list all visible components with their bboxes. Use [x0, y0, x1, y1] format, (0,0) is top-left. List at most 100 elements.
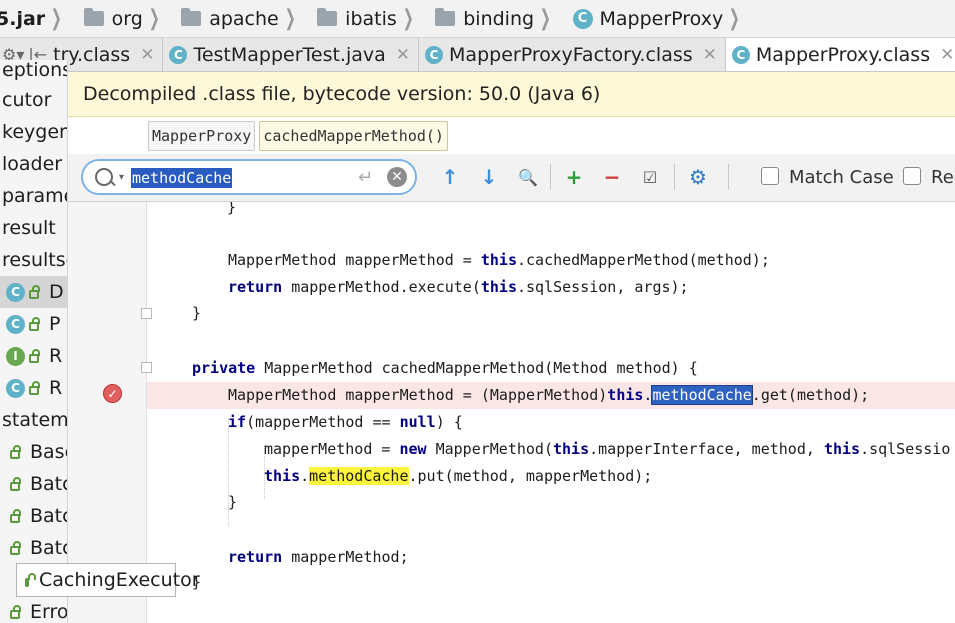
- breadcrumb-label: org: [111, 7, 143, 30]
- tree-item[interactable]: I R: [0, 340, 62, 372]
- tree-item[interactable]: loader: [0, 148, 62, 180]
- chevron-right-icon: ❯: [539, 6, 551, 31]
- match-case-checkbox[interactable]: [761, 167, 779, 185]
- search-match-current[interactable]: methodCache: [651, 385, 753, 405]
- code-editor[interactable]: ✓ } MapperMethod mapperMethod = this.cac…: [68, 202, 955, 623]
- breadcrumb-package-apache[interactable]: apache ❯: [175, 0, 311, 37]
- tree-item[interactable]: C R: [0, 372, 62, 404]
- code-line[interactable]: }: [147, 300, 955, 327]
- regex-checkbox[interactable]: [903, 167, 921, 185]
- search-field[interactable]: ▾ methodCache ↵ ✕: [81, 159, 417, 195]
- class-icon: C: [169, 45, 188, 64]
- code-line[interactable]: }: [147, 569, 955, 596]
- breakpoint-error-icon[interactable]: ✓: [103, 384, 122, 403]
- code-line[interactable]: return mapperMethod;: [147, 544, 955, 571]
- lock-icon: [29, 284, 40, 299]
- previous-occurrence-icon[interactable]: ↑: [436, 163, 464, 191]
- code-line[interactable]: this.methodCache.put(method, mapperMetho…: [147, 463, 955, 490]
- class-icon: C: [6, 378, 25, 398]
- tab-testmappertest-java[interactable]: C TestMapperTest.java ✕: [163, 38, 420, 71]
- next-occurrence-icon[interactable]: ↓: [475, 163, 503, 191]
- tree-item[interactable]: keygen: [0, 116, 67, 148]
- code-line[interactable]: }: [147, 202, 955, 221]
- class-icon: C: [6, 282, 25, 302]
- lock-icon: [25, 572, 36, 587]
- select-all-occurrences-icon[interactable]: ☑: [636, 163, 664, 191]
- enter-icon: ↵: [358, 167, 374, 188]
- chevron-right-icon: ❯: [148, 6, 160, 31]
- navigation-bar: 5.jar ❯ org ❯ apache ❯ ibatis ❯ binding …: [0, 0, 955, 38]
- search-match[interactable]: methodCache: [309, 467, 409, 485]
- structure-breadcrumb: MapperProxy cachedMapperMethod(): [68, 117, 955, 154]
- chevron-right-icon: ❯: [284, 6, 296, 31]
- tree-item[interactable]: cutor: [0, 84, 51, 116]
- toolbar-separator: [674, 164, 675, 190]
- find-all-icon[interactable]: 🔍: [514, 163, 542, 191]
- breadcrumb-package-ibatis[interactable]: ibatis ❯: [311, 0, 429, 37]
- folder-icon: [435, 8, 456, 26]
- tree-item[interactable]: eptions: [0, 60, 67, 86]
- editor-gutter[interactable]: [68, 202, 147, 623]
- tree-item[interactable]: Error: [0, 596, 67, 623]
- code-line[interactable]: return mapperMethod.execute(this.sqlSess…: [147, 274, 955, 301]
- tab-label: TestMapperTest.java: [193, 43, 386, 66]
- folder-icon: [181, 8, 202, 26]
- interface-icon: I: [6, 346, 25, 366]
- tree-item[interactable]: Batch: [0, 468, 67, 500]
- lock-icon: [29, 316, 40, 331]
- breadcrumb-jar[interactable]: 5.jar ❯: [0, 0, 78, 37]
- lock-icon: [10, 604, 21, 619]
- class-icon: C: [6, 314, 25, 334]
- breadcrumb-package-binding[interactable]: binding ❯: [429, 0, 566, 37]
- toolbar-separator: [728, 164, 729, 190]
- close-icon[interactable]: ✕: [396, 45, 410, 65]
- tab-label: MapperProxyFactory.class: [449, 43, 693, 66]
- close-icon[interactable]: ✕: [940, 45, 954, 65]
- lock-icon: [10, 508, 21, 523]
- code-line[interactable]: }: [147, 489, 955, 516]
- add-occurrence-icon[interactable]: +: [560, 163, 588, 191]
- settings-gear-icon[interactable]: ⚙: [684, 163, 712, 191]
- search-icon[interactable]: [95, 168, 113, 186]
- find-bar: ▾ methodCache ↵ ✕ ↑ ↓ 🔍 + − ☑ ⚙ Match Ca…: [68, 154, 955, 202]
- tab-mapperproxy-class[interactable]: C MapperProxy.class ✕: [725, 38, 955, 71]
- toolbar-separator: [550, 164, 551, 190]
- breadcrumb-label: MapperProxy: [599, 7, 724, 30]
- close-icon[interactable]: ✕: [703, 45, 717, 65]
- breadcrumb-package-org[interactable]: org ❯: [78, 0, 176, 37]
- tree-item[interactable]: C P: [0, 308, 60, 340]
- tree-item[interactable]: result: [0, 212, 56, 244]
- breadcrumb-jar-label: 5.jar: [0, 7, 46, 30]
- tree-item[interactable]: Base: [0, 436, 67, 468]
- tree-item[interactable]: Batch: [0, 500, 67, 532]
- breadcrumb-class-mapperproxy[interactable]: C MapperProxy ❯: [567, 0, 756, 37]
- remove-occurrence-icon[interactable]: −: [598, 163, 626, 191]
- code-line[interactable]: private MapperMethod cachedMapperMethod(…: [147, 355, 955, 382]
- class-icon: C: [425, 45, 444, 64]
- clear-icon[interactable]: ✕: [387, 167, 407, 187]
- code-line[interactable]: mapperMethod = new MapperMethod(this.map…: [147, 436, 955, 463]
- code-line[interactable]: if(mapperMethod == null) {: [147, 409, 955, 436]
- tree-item[interactable]: stateme: [0, 404, 67, 436]
- tree-item[interactable]: resultse: [0, 244, 67, 276]
- match-case-label: Match Case: [789, 167, 894, 188]
- breadcrumb-label: binding: [463, 7, 535, 30]
- decompiled-banner: Decompiled .class file, bytecode version…: [68, 72, 955, 117]
- structure-method-chip[interactable]: cachedMapperMethod(): [259, 120, 448, 151]
- tree-item-tooltip[interactable]: CachingExecutor: [16, 563, 200, 597]
- close-icon[interactable]: ✕: [140, 45, 154, 65]
- tab-label: MapperProxy.class: [755, 43, 931, 66]
- tree-item[interactable]: Batch: [0, 532, 67, 564]
- structure-class-chip[interactable]: MapperProxy: [148, 120, 256, 151]
- search-input[interactable]: methodCache: [131, 168, 233, 188]
- folder-icon: [83, 8, 104, 26]
- tree-item-selected[interactable]: C D: [0, 276, 67, 308]
- code-line-error[interactable]: MapperMethod mapperMethod = (MapperMetho…: [147, 382, 955, 409]
- chevron-right-icon: ❯: [50, 6, 62, 31]
- tree-item[interactable]: parame: [0, 180, 67, 212]
- chevron-down-icon[interactable]: ▾: [119, 172, 124, 183]
- lock-icon: [10, 476, 21, 491]
- banner-text: Decompiled .class file, bytecode version…: [83, 83, 601, 105]
- code-line[interactable]: MapperMethod mapperMethod = this.cachedM…: [147, 247, 955, 274]
- tab-mapperproxyfactory-class[interactable]: C MapperProxyFactory.class ✕: [419, 38, 726, 71]
